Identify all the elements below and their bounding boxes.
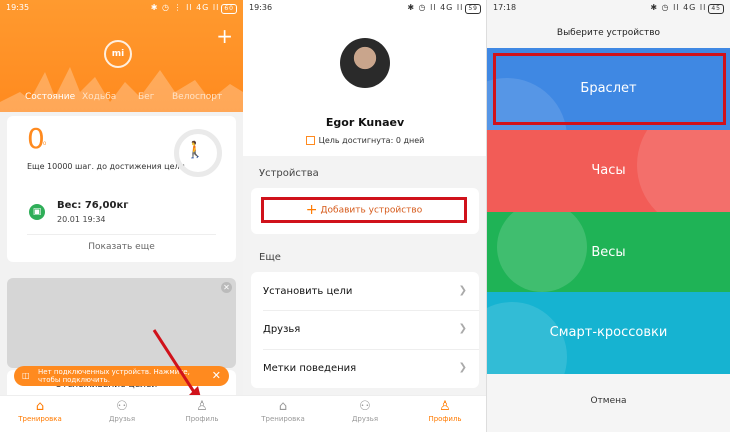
toast-line-2: чтобы подключить. xyxy=(38,376,110,384)
divider xyxy=(27,234,216,235)
close-icon[interactable]: ✕ xyxy=(221,282,232,293)
status-bar: 19:36 ✱ ◷ ll 4G ll 59 xyxy=(243,0,487,16)
battery-icon: 60 xyxy=(221,4,237,14)
device-label-watch: Часы xyxy=(591,163,626,178)
status-bar: 17:18 ✱ ◷ ll 4G ll 45 xyxy=(487,0,730,16)
steps-unit: ₀ xyxy=(43,138,47,147)
user-name: Egor Kunaev xyxy=(325,116,405,129)
panel-training: 19:35 ✱ ◷ ⋮ ll 4G ll 60 + mi Состояние Хо… xyxy=(0,0,243,432)
more-header: Еще xyxy=(259,252,281,263)
home-icon: ⌂ xyxy=(278,399,288,414)
bottom-nav: ⌂ Тренировка ⚇ Друзья ♙ Профиль xyxy=(0,395,243,432)
status-icons: ✱ ◷ ll 4G ll 59 xyxy=(407,0,481,16)
more-menu: Установить цели ❯ Друзья ❯ Метки поведен… xyxy=(251,272,479,388)
devices-header: Устройства xyxy=(259,168,319,179)
add-device-button[interactable]: + Добавить устройство xyxy=(261,197,467,223)
profile-icon: ♙ xyxy=(439,399,451,414)
panel-choose-device: 17:18 ✱ ◷ ll 4G ll 45 Выберите устройство… xyxy=(487,0,730,432)
activity-tabs: Состояние Ходьба Бег Велоспорт xyxy=(0,92,243,108)
divider xyxy=(263,349,479,350)
nav-training[interactable]: ⌂ Тренировка xyxy=(253,399,313,423)
device-option-watch[interactable]: Часы xyxy=(487,130,730,212)
weight-value: Вес: 76,00кг xyxy=(57,200,129,211)
nav-training[interactable]: ⌂ Тренировка xyxy=(10,399,70,423)
tab-running[interactable]: Бег xyxy=(138,92,154,102)
steps-goal-text: Еще 10000 шаг. до достижения цели xyxy=(27,162,185,171)
battery-icon: 45 xyxy=(708,4,724,14)
nav-friends[interactable]: ⚇ Друзья xyxy=(92,399,152,423)
friends-icon: ⚇ xyxy=(359,399,371,414)
nav-friends[interactable]: ⚇ Друзья xyxy=(335,399,395,423)
home-icon: ⌂ xyxy=(35,399,45,414)
nav-profile[interactable]: ♙ Профиль xyxy=(415,399,475,423)
status-time: 19:35 xyxy=(6,3,30,12)
cancel-button[interactable]: Отмена xyxy=(487,396,730,406)
tab-status[interactable]: Состояние xyxy=(25,92,75,102)
red-arrow-annotation xyxy=(152,329,202,402)
add-icon[interactable]: + xyxy=(216,26,233,46)
tab-cycling[interactable]: Велоспорт xyxy=(172,92,222,102)
goal-status: Цель достигнута: 0 дней xyxy=(243,136,487,145)
goal-icon xyxy=(305,136,315,145)
chevron-right-icon: ❯ xyxy=(458,323,467,334)
highlight-annotation xyxy=(493,53,726,125)
profile-icon: ♙ xyxy=(196,399,208,414)
status-time: 17:18 xyxy=(493,3,517,12)
status-time: 19:36 xyxy=(249,3,273,12)
show-more-link[interactable]: Показать еще xyxy=(7,242,236,252)
chevron-right-icon: ❯ xyxy=(458,362,467,373)
status-icons: ✱ ◷ ll 4G ll 45 xyxy=(650,0,724,16)
page-title: Выберите устройство xyxy=(556,28,661,38)
panel-profile: 19:36 ✱ ◷ ll 4G ll 59 Egor Kunaev Цель до… xyxy=(243,0,487,432)
nav-profile[interactable]: ♙ Профиль xyxy=(172,399,232,423)
header-banner: 19:35 ✱ ◷ ⋮ ll 4G ll 60 + mi Состояние Хо… xyxy=(0,0,243,112)
device-icon: ◫ xyxy=(22,371,30,380)
divider xyxy=(263,310,479,311)
summary-card[interactable]: 0 ₀ Еще 10000 шаг. до достижения цели 🚶 … xyxy=(7,116,236,262)
device-option-shoes[interactable]: Смарт-кроссовки xyxy=(487,292,730,374)
avatar[interactable] xyxy=(340,38,390,88)
menu-item-set-goals[interactable]: Установить цели xyxy=(263,286,352,297)
bottom-nav: ⌂ Тренировка ⚇ Друзья ♙ Профиль xyxy=(243,395,487,432)
device-option-scale[interactable]: Весы xyxy=(487,212,730,294)
scale-icon: ▣ xyxy=(29,204,45,220)
tab-walking[interactable]: Ходьба xyxy=(82,92,116,102)
devices-card: + Добавить устройство xyxy=(251,188,479,234)
menu-item-friends[interactable]: Друзья xyxy=(263,324,300,335)
device-label-scale: Весы xyxy=(591,245,626,260)
menu-item-behavior-tags[interactable]: Метки поведения xyxy=(263,363,356,374)
chevron-right-icon: ❯ xyxy=(458,285,467,296)
device-label-shoes: Смарт-кроссовки xyxy=(549,325,668,340)
mi-logo: mi xyxy=(104,40,132,68)
battery-icon: 59 xyxy=(465,4,481,14)
walking-icon: 🚶 xyxy=(185,140,205,159)
friends-icon: ⚇ xyxy=(116,399,128,414)
close-icon[interactable]: ✕ xyxy=(212,369,221,382)
weight-date: 20.01 19:34 xyxy=(57,215,106,224)
status-bar: 19:35 ✱ ◷ ⋮ ll 4G ll 60 xyxy=(0,0,243,16)
plus-icon: + xyxy=(305,202,318,218)
status-icons: ✱ ◷ ⋮ ll 4G ll 60 xyxy=(151,0,237,16)
